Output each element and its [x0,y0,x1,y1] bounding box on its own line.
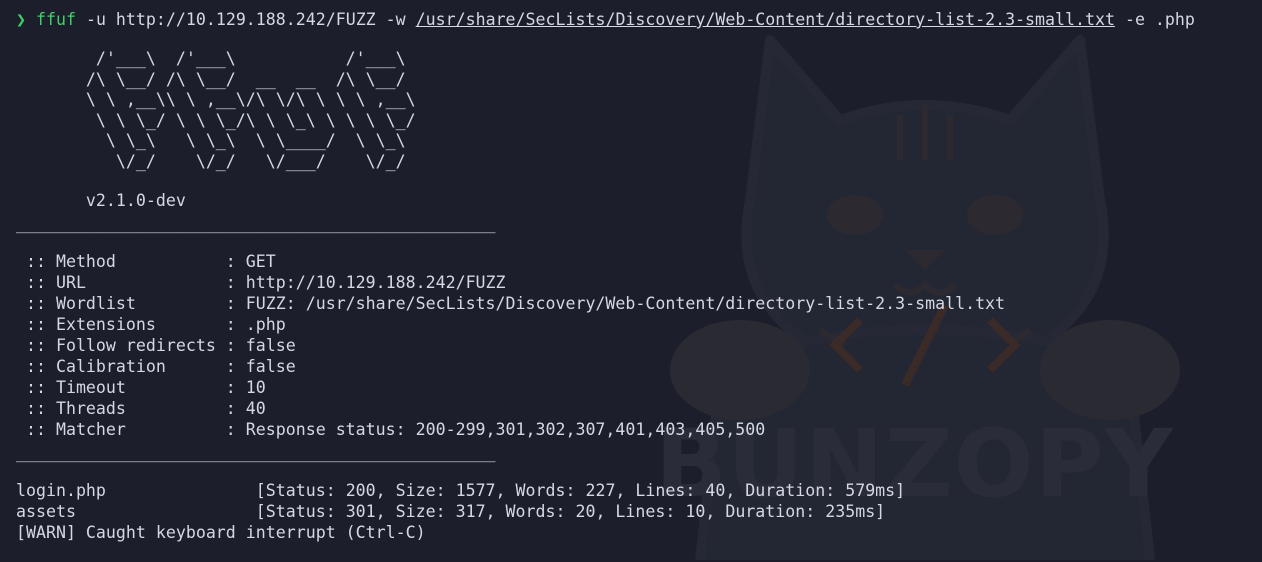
command-args: -u http://10.129.188.242/FUZZ -w [75,10,416,29]
wordlist-path-link[interactable]: /usr/share/SecLists/Discovery/Web-Conten… [416,10,1115,29]
config-value: : FUZZ: /usr/share/SecLists/Discovery/We… [225,294,1006,313]
banner-line: \ \ \_/ \ \ \_/\ \ \_\ \ \ \ \_/ [16,110,416,130]
command-line: ❯ ffuf -u http://10.129.188.242/FUZZ -w … [16,9,1262,30]
config-key: :: Method [16,252,226,271]
config-row: :: URL : http://10.129.188.242/FUZZ [16,272,1262,293]
config-key: :: Follow redirects [16,336,226,355]
config-row: :: Calibration : false [16,356,1262,377]
config-key: :: URL [16,273,226,292]
version-label: v2.1.0-dev [16,191,186,210]
command-program: ffuf [36,10,76,29]
banner-line: \ \_\ \ \_\ \ \____/ \ \_\ [16,131,406,150]
config-key: :: Matcher [16,420,226,439]
command-extension-args: -e .php [1114,10,1195,29]
result-name: assets [16,502,256,521]
config-row: :: Method : GET [16,251,1262,272]
banner-line: /\ \__/ /\ \__/ __ __ /\ \__/ [16,69,406,89]
config-value: : http://10.129.188.242/FUZZ [225,273,506,292]
config-value: : 40 [225,399,266,418]
prompt-icon: ❯ [16,10,26,29]
result-info: [Status: 200, Size: 1577, Words: 227, Li… [255,481,906,500]
config-key: :: Timeout [16,378,226,397]
config-value: : Response status: 200-299,301,302,307,4… [225,420,766,439]
result-name: login.php [16,481,256,500]
divider: ________________________________________… [16,214,496,233]
banner-line: \ \ ,__\\ \ ,__\/\ \/\ \ \ \ ,__\ [16,90,416,109]
config-key: :: Calibration [16,357,226,376]
banner-line: /'___\ /'___\ /'___\ [16,49,406,68]
divider: ________________________________________… [16,443,496,462]
config-row: :: Follow redirects : false [16,335,1262,356]
banner-line: \/_/ \/_/ \/___/ \/_/ [16,151,406,171]
config-value: : GET [225,252,276,271]
config-value: : false [225,336,296,355]
config-row: :: Threads : 40 [16,398,1262,419]
config-value: : false [225,357,296,376]
config-value: : 10 [225,378,266,397]
config-value: : .php [225,315,286,334]
terminal-output: ❯ ffuf -u http://10.129.188.242/FUZZ -w … [16,9,1262,543]
config-row: :: Extensions : .php [16,314,1262,335]
config-key: :: Wordlist [16,294,226,313]
config-key: :: Threads [16,399,226,418]
config-row: :: Timeout : 10 [16,377,1262,398]
config-row: :: Matcher : Response status: 200-299,30… [16,419,1262,440]
config-key: :: Extensions [16,315,226,334]
result-row: assets [Status: 301, Size: 317, Words: 2… [16,501,1262,522]
result-row: login.php [Status: 200, Size: 1577, Word… [16,480,1262,501]
result-info: [Status: 301, Size: 317, Words: 20, Line… [255,502,886,521]
ffuf-ascii-banner: /'___\ /'___\ /'___\ /\ \__/ /\ \__/ __ … [16,49,1262,172]
warning-line: [WARN] Caught keyboard interrupt (Ctrl-C… [16,523,426,542]
config-row: :: Wordlist : FUZZ: /usr/share/SecLists/… [16,293,1262,314]
